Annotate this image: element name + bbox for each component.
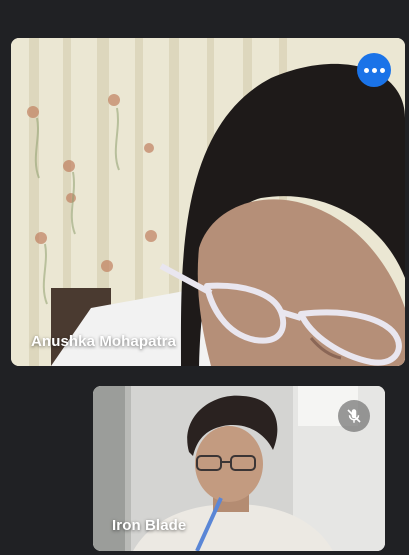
more-horiz-icon (363, 67, 385, 73)
meeting-stage: Anushka Mohapatra Iron Blade (0, 0, 409, 555)
more-options-button[interactable] (357, 53, 391, 87)
participant-tile-main[interactable]: Anushka Mohapatra (11, 38, 405, 366)
mic-off-indicator (338, 400, 370, 432)
participant-tile-secondary[interactable]: Iron Blade (93, 386, 385, 551)
video-feed-main (11, 38, 405, 366)
participant-name-main: Anushka Mohapatra (31, 333, 177, 350)
participant-name-secondary: Iron Blade (112, 517, 187, 534)
mic-off-icon (347, 409, 361, 423)
